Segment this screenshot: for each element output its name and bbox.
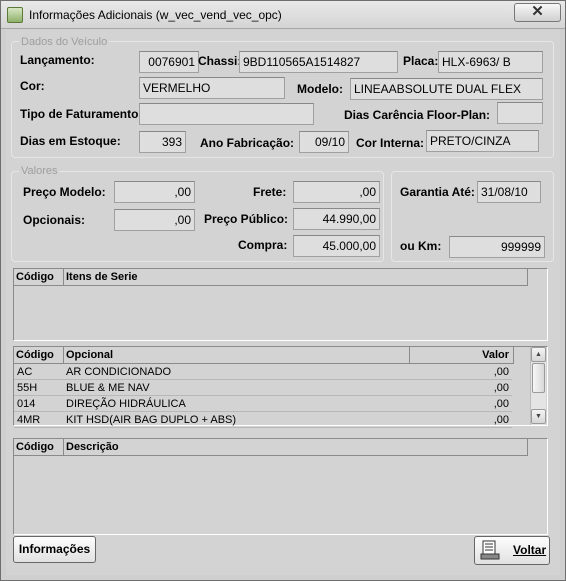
- row-opcional: BLUE & ME NAV: [66, 382, 150, 394]
- opc-col-codigo[interactable]: Código: [14, 347, 64, 364]
- opcionais-field[interactable]: ,00: [114, 209, 195, 231]
- descricao-grid[interactable]: Código Descrição: [13, 438, 548, 535]
- itens-col-codigo[interactable]: Código: [14, 269, 64, 286]
- lancamento-field[interactable]: 0076901: [139, 51, 199, 73]
- preco-publico-field[interactable]: 44.990,00: [293, 208, 380, 230]
- preco-modelo-field[interactable]: ,00: [114, 181, 195, 203]
- placa-field[interactable]: HLX-6963/ B: [438, 51, 543, 73]
- voltar-button[interactable]: Voltar: [474, 536, 550, 565]
- table-row[interactable]: AC AR CONDICIONADO ,00: [14, 364, 512, 380]
- chassi-label: Chassi:: [198, 54, 242, 68]
- opc-col-opcional[interactable]: Opcional: [64, 347, 410, 364]
- dias-carencia-label: Dias Carência Floor-Plan:: [344, 108, 491, 122]
- cor-field[interactable]: VERMELHO: [139, 77, 285, 99]
- table-row[interactable]: 55H BLUE & ME NAV ,00: [14, 380, 512, 396]
- tipo-faturamento-field[interactable]: [139, 103, 314, 125]
- title-bar: Informações Adicionais (w_vec_vend_vec_o…: [1, 1, 565, 29]
- desc-col-codigo[interactable]: Código: [14, 439, 64, 456]
- table-row[interactable]: 4MR KIT HSD(AIR BAG DUPLO + ABS) ,00: [14, 412, 512, 428]
- app-icon: [7, 7, 23, 23]
- dias-carencia-field[interactable]: [497, 102, 543, 124]
- km-field[interactable]: 999999: [449, 236, 545, 258]
- valores-group-title: Valores: [19, 165, 60, 177]
- frete-label: Frete:: [253, 185, 287, 199]
- cor-interna-field[interactable]: PRETO/CINZA: [426, 130, 539, 152]
- row-opcional: DIREÇÃO HIDRÁULICA: [66, 398, 186, 410]
- tipo-faturamento-label: Tipo de Faturamento:: [20, 107, 143, 121]
- row-opcional: KIT HSD(AIR BAG DUPLO + ABS): [66, 414, 237, 426]
- row-opcional: AR CONDICIONADO: [66, 366, 172, 378]
- row-codigo: AC: [17, 366, 33, 378]
- placa-label: Placa:: [403, 54, 439, 68]
- ano-fabricacao-field[interactable]: 09/10: [299, 131, 349, 153]
- modelo-field[interactable]: LINEAABSOLUTE DUAL FLEX: [350, 78, 543, 100]
- row-valor: ,00: [493, 414, 509, 426]
- opcionais-grid[interactable]: Código Opcional Valor AC AR CONDICIONADO…: [13, 346, 548, 428]
- cor-label: Cor:: [20, 79, 45, 93]
- dias-estoque-field[interactable]: 393: [139, 131, 186, 153]
- ano-fabricacao-label: Ano Fabricação:: [200, 136, 295, 150]
- report-icon: [480, 540, 500, 560]
- opcionais-scrollbar[interactable]: ▲ ▼: [530, 347, 546, 425]
- garantia-label: Garantia Até:: [400, 185, 475, 199]
- row-codigo: 014: [17, 398, 36, 410]
- row-valor: ,00: [493, 366, 509, 378]
- voltar-label: Voltar: [513, 543, 547, 557]
- preco-publico-label: Preço Público:: [204, 212, 289, 226]
- table-row[interactable]: 014 DIREÇÃO HIDRÁULICA ,00: [14, 396, 512, 412]
- opcionais-label: Opcionais:: [23, 213, 86, 227]
- opc-col-valor[interactable]: Valor: [410, 347, 514, 364]
- row-valor: ,00: [493, 382, 509, 394]
- itens-col-itens[interactable]: Itens de Serie: [64, 269, 528, 286]
- modelo-label: Modelo:: [297, 82, 343, 96]
- opc-col-valor-label: Valor: [482, 349, 509, 361]
- preco-modelo-label: Preço Modelo:: [23, 185, 106, 199]
- cor-interna-label: Cor Interna:: [356, 136, 425, 150]
- km-label: ou Km:: [400, 239, 442, 253]
- itens-serie-grid[interactable]: Código Itens de Serie: [13, 268, 548, 341]
- window: Informações Adicionais (w_vec_vend_vec_o…: [0, 0, 566, 581]
- desc-col-descricao[interactable]: Descrição: [64, 439, 528, 456]
- compra-field[interactable]: 45.000,00: [293, 235, 380, 257]
- window-title: Informações Adicionais (w_vec_vend_vec_o…: [29, 8, 282, 22]
- row-valor: ,00: [493, 398, 509, 410]
- compra-label: Compra:: [238, 238, 288, 252]
- lancamento-label: Lançamento:: [20, 53, 95, 67]
- frete-field[interactable]: ,00: [293, 181, 380, 203]
- vehicle-group-title: Dados do Veículo: [19, 36, 110, 48]
- garantia-field[interactable]: 31/08/10: [477, 181, 541, 203]
- informacoes-button[interactable]: Informações: [13, 536, 96, 563]
- close-icon: ✕: [531, 3, 544, 20]
- row-codigo: 55H: [17, 382, 38, 394]
- close-button[interactable]: ✕: [514, 3, 561, 22]
- dias-estoque-label: Dias em Estoque:: [20, 134, 121, 148]
- scroll-thumb[interactable]: [532, 363, 545, 393]
- arrow-down-icon[interactable]: ▼: [531, 409, 546, 424]
- row-codigo: 4MR: [17, 414, 41, 426]
- arrow-up-icon[interactable]: ▲: [531, 347, 546, 362]
- chassi-field[interactable]: 9BD110565A1514827: [239, 51, 398, 73]
- client-area: Dados do Veículo Lançamento: 0076901 Cha…: [6, 30, 560, 575]
